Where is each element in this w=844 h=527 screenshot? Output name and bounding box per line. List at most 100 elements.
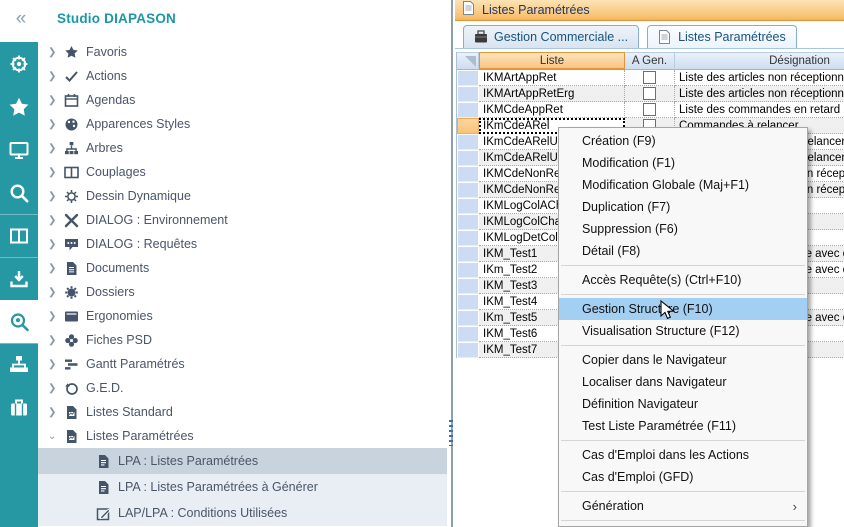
row-selector[interactable] <box>457 134 479 150</box>
menu-item-localiser-dans-navigateur[interactable]: Localiser dans Navigateur <box>559 371 807 393</box>
tree-item-arbres[interactable]: ❯Arbres <box>38 136 447 160</box>
select-all-header[interactable] <box>457 52 479 70</box>
chevron-right-icon[interactable]: ❯ <box>48 359 64 370</box>
activity-item-screens[interactable] <box>0 128 38 171</box>
menu-item-cas-d-emploi-gfd-[interactable]: Cas d'Emploi (GFD) <box>559 466 807 488</box>
row-selector[interactable] <box>457 150 479 166</box>
tab-gestion-commerciale-[interactable]: Gestion Commerciale ... <box>463 25 639 48</box>
menu-item-test-liste-param-tr-e-f11-[interactable]: Test Liste Paramétrée (F11) <box>559 415 807 437</box>
tree-item-dialog-requ-tes[interactable]: ❯DIALOG : Requêtes <box>38 232 447 256</box>
row-selector[interactable] <box>457 294 479 310</box>
tree-child-lap-lpa-conditions-utilis-es[interactable]: LAP/LPA : Conditions Utilisées <box>38 500 447 526</box>
a-gen-checkbox[interactable] <box>643 87 656 100</box>
row-selector[interactable] <box>457 326 479 342</box>
chevron-right-icon[interactable]: ❯ <box>48 191 64 202</box>
menu-item-g-n-ration[interactable]: Génération› <box>559 495 807 517</box>
tree-item-gantt-param-tr-s[interactable]: ❯Gantt Paramétrés <box>38 352 447 376</box>
menu-item-d-finition-navigateur[interactable]: Définition Navigateur <box>559 393 807 415</box>
chevron-right-icon[interactable]: ❯ <box>48 311 64 322</box>
chevron-right-icon[interactable]: ❯ <box>48 167 64 178</box>
row-selector[interactable] <box>457 262 479 278</box>
menu-item-duplication-f7-[interactable]: Duplication (F7) <box>559 196 807 218</box>
chevron-right-icon[interactable]: ❯ <box>48 95 64 106</box>
tree-item-ergonomies[interactable]: ❯Ergonomies <box>38 304 447 328</box>
tree-item-dessin-dynamique[interactable]: ❯Dessin Dynamique <box>38 184 447 208</box>
cell-liste[interactable]: IKMArtAppRetErg <box>479 86 625 102</box>
a-gen-checkbox[interactable] <box>643 71 656 84</box>
menu-item-visualisation-structure-f12-[interactable]: Visualisation Structure (F12) <box>559 320 807 342</box>
tree-item-documents[interactable]: ❯Documents <box>38 256 447 280</box>
tree-item-dialog-environnement[interactable]: ❯DIALOG : Environnement <box>38 208 447 232</box>
chevron-right-icon[interactable]: ❯ <box>48 287 64 298</box>
row-selector[interactable] <box>457 230 479 246</box>
tree-item-dossiers[interactable]: ❯Dossiers <box>38 280 447 304</box>
chevron-right-icon[interactable]: ❯ <box>48 263 64 274</box>
menu-item-copier-dans-le-navigateur[interactable]: Copier dans le Navigateur <box>559 349 807 371</box>
chevron-right-icon[interactable]: ❯ <box>48 143 64 154</box>
row-selector[interactable] <box>457 198 479 214</box>
activity-item-wheel[interactable] <box>0 42 38 85</box>
row-selector[interactable] <box>457 70 479 86</box>
tree-item-favoris[interactable]: ❯Favoris <box>38 40 447 64</box>
activity-item-favorites[interactable] <box>0 85 38 128</box>
tree-child-lpa-listes-param-tr-es[interactable]: LPA : Listes Paramétrées <box>38 448 447 474</box>
activity-item-toolbox[interactable] <box>0 386 38 429</box>
menu-item-gestion-structure-f10-[interactable]: Gestion Structure (F10) <box>559 298 807 320</box>
cell-designation[interactable]: Liste des articles non réceptionnées <box>675 86 844 102</box>
chevron-right-icon[interactable]: ❯ <box>48 335 64 346</box>
cell-liste[interactable]: IKMCdeAppRet <box>479 102 625 118</box>
row-selector[interactable] <box>457 86 479 102</box>
row-selector[interactable] <box>457 310 479 326</box>
row-selector[interactable] <box>457 182 479 198</box>
row-selector[interactable] <box>457 342 479 358</box>
menu-item-modification-globale-maj-f1-[interactable]: Modification Globale (Maj+F1) <box>559 174 807 196</box>
table-row[interactable]: IKMArtAppRet Liste des articles non récep… <box>457 70 844 86</box>
collapse-sidebar-button[interactable]: « <box>8 6 34 32</box>
tree-item-listes-standard[interactable]: ❯Listes Standard <box>38 400 447 424</box>
cell-designation[interactable]: Liste des commandes en retard <box>675 102 844 118</box>
panel-splitter[interactable] <box>447 0 455 527</box>
tab-listes-param-tr-es[interactable]: Listes Paramétrées <box>647 25 797 48</box>
menu-item-d-tail-f8-[interactable]: Détail (F8) <box>559 240 807 262</box>
menu-item-cas-d-emploi-dans-les-actions[interactable]: Cas d'Emploi dans les Actions <box>559 444 807 466</box>
row-selector[interactable] <box>457 118 479 134</box>
activity-item-layouts[interactable] <box>0 214 38 257</box>
tree-item-g-e-d-[interactable]: ❯G.E.D. <box>38 376 447 400</box>
menu-item-cr-ation-f9-[interactable]: Création (F9) <box>559 130 807 152</box>
row-selector[interactable] <box>457 166 479 182</box>
chevron-right-icon[interactable]: ❯ <box>48 71 64 82</box>
activity-item-explorer[interactable] <box>0 300 38 343</box>
menu-item-acc-s-requ-te-s-ctrl-f10-[interactable]: Accès Requête(s) (Ctrl+F10) <box>559 269 807 291</box>
activity-item-hierarchy[interactable] <box>0 343 38 386</box>
chevron-right-icon[interactable]: ❯ <box>48 215 64 226</box>
cell-a-gen[interactable] <box>625 86 675 102</box>
menu-item-modification-f1-[interactable]: Modification (F1) <box>559 152 807 174</box>
chevron-right-icon[interactable]: ❯ <box>48 239 64 250</box>
table-row[interactable]: IKMArtAppRetErg Liste des articles non ré… <box>457 86 844 102</box>
menu-item-suppression-f6-[interactable]: Suppression (F6) <box>559 218 807 240</box>
activity-item-import[interactable] <box>0 257 38 300</box>
a-gen-checkbox[interactable] <box>643 103 656 116</box>
activity-item-search[interactable] <box>0 171 38 214</box>
chevron-right-icon[interactable]: ❯ <box>48 407 64 418</box>
chevron-right-icon[interactable]: ❯ <box>48 47 64 58</box>
column-header-liste[interactable]: Liste <box>479 52 625 70</box>
cell-a-gen[interactable] <box>625 70 675 86</box>
chevron-right-icon[interactable]: ❯ <box>48 119 64 130</box>
column-header-designation[interactable]: Désignation <box>675 52 844 70</box>
cell-designation[interactable]: Liste des articles non réceptionnées <box>675 70 844 86</box>
tree-item-listes-param-tr-es[interactable]: ⌄Listes Paramétrées <box>38 424 447 448</box>
tree-item-couplages[interactable]: ❯Couplages <box>38 160 447 184</box>
tree-item-apparences-styles[interactable]: ❯Apparences Styles <box>38 112 447 136</box>
row-selector[interactable] <box>457 102 479 118</box>
column-header-a-gen[interactable]: A Gen. <box>625 52 675 70</box>
chevron-right-icon[interactable]: ❯ <box>48 383 64 394</box>
cell-liste[interactable]: IKMArtAppRet <box>479 70 625 86</box>
tree-item-actions[interactable]: ❯Actions <box>38 64 447 88</box>
tree-item-agendas[interactable]: ❯Agendas <box>38 88 447 112</box>
row-selector[interactable] <box>457 278 479 294</box>
row-selector[interactable] <box>457 214 479 230</box>
chevron-down-icon[interactable]: ⌄ <box>48 431 64 442</box>
row-selector[interactable] <box>457 246 479 262</box>
cell-a-gen[interactable] <box>625 102 675 118</box>
